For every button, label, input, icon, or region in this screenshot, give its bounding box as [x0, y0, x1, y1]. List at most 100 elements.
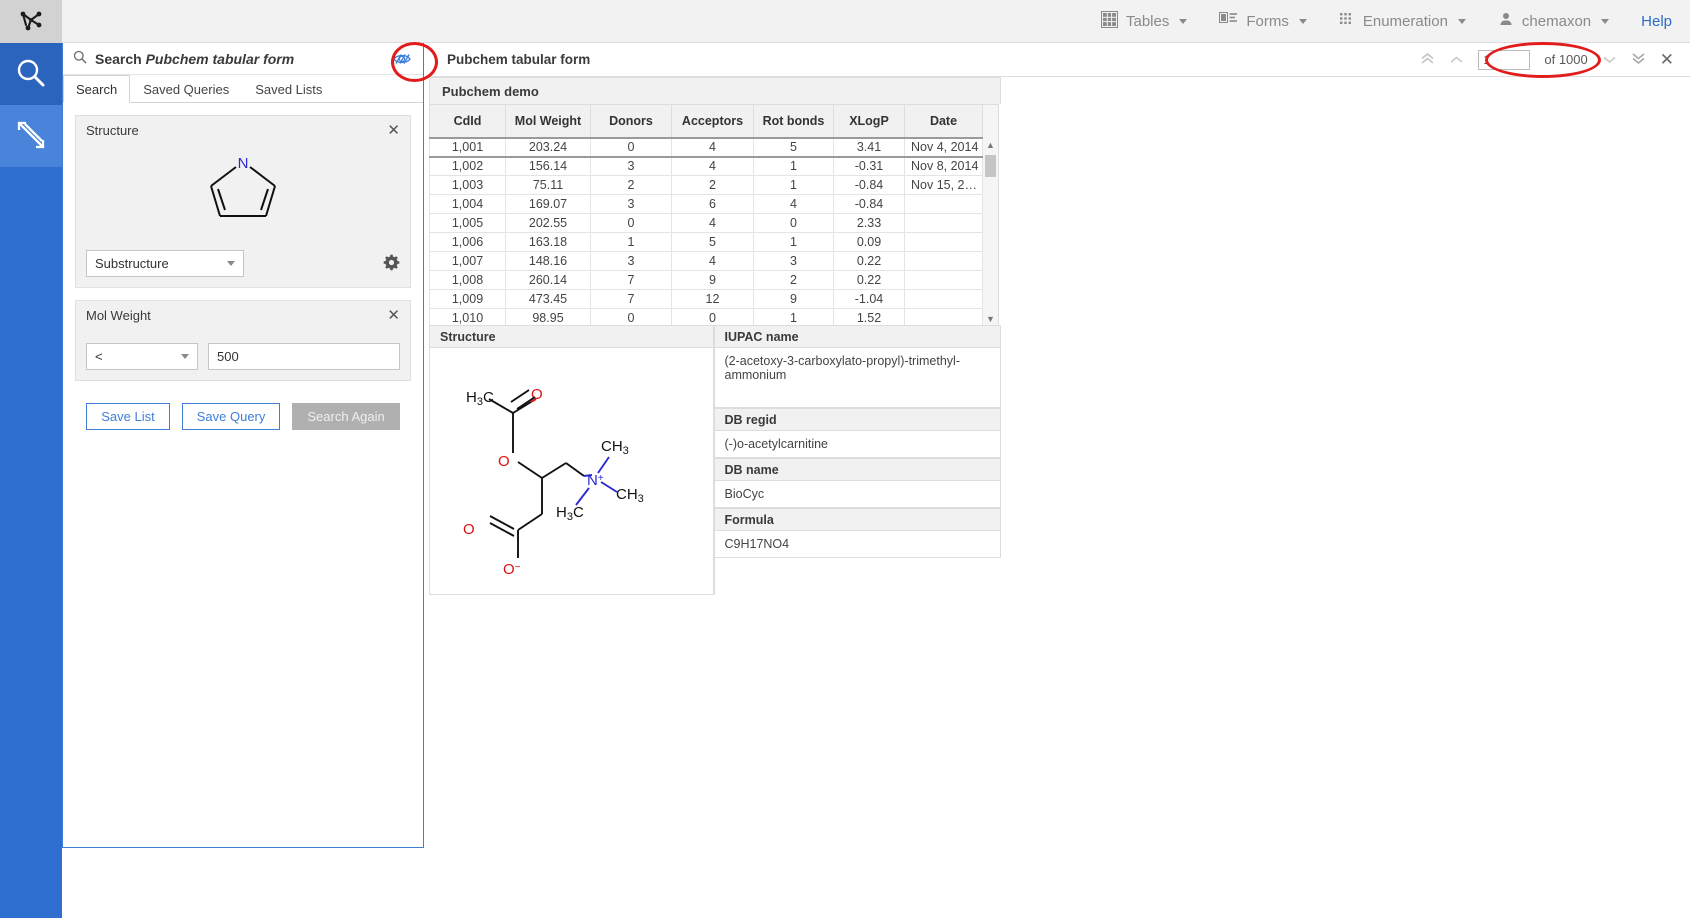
column-header-donors[interactable]: Donors — [591, 105, 672, 138]
left-icon-rail — [0, 43, 62, 918]
detail-field-label-iupac: IUPAC name — [715, 325, 1002, 348]
cell-acceptors: 4 — [672, 138, 754, 157]
results-table-title: Pubchem demo — [429, 77, 1001, 104]
cell-date — [905, 214, 983, 233]
detail-structure-cell[interactable]: H3C O O CH3 CH3 H3C N+ O O− — [430, 348, 714, 595]
tab-label-saved-lists: Saved Lists — [255, 82, 322, 97]
chevron-double-down-icon[interactable] — [1631, 52, 1646, 68]
cell-acceptors: 4 — [672, 157, 754, 176]
detail-field-value-iupac[interactable]: (2-acetoxy-3-carboxylato-propyl)-trimeth… — [715, 348, 1002, 408]
gear-icon[interactable] — [383, 254, 400, 274]
cell-date: Nov 15, 2… — [905, 176, 983, 195]
column-header-cdid[interactable]: CdId — [430, 105, 506, 138]
top-bar: Tables Forms Enumeration chemaxon H — [0, 0, 1690, 43]
cell-donors: 3 — [591, 252, 672, 271]
eye-slash-icon[interactable] — [389, 46, 415, 72]
molweight-card-title: Mol Weight — [86, 308, 151, 323]
triangle-up-icon[interactable]: ▲ — [983, 138, 998, 153]
magnifier-icon — [73, 50, 87, 67]
close-icon[interactable]: ✕ — [1660, 51, 1674, 68]
topnav-item-user[interactable]: chemaxon — [1482, 0, 1625, 43]
table-row[interactable]: 1,005 202.55 0 4 0 2.33 — [430, 214, 983, 233]
table-row[interactable]: 1,002 156.14 3 4 1 -0.31 Nov 8, 2014 — [430, 157, 983, 176]
cell-donors: 7 — [591, 290, 672, 309]
cell-xlogp: -1.04 — [834, 290, 905, 309]
table-row[interactable]: 1,001 203.24 0 4 5 3.41 Nov 4, 2014 — [430, 138, 983, 157]
cell-donors: 2 — [591, 176, 672, 195]
table-row[interactable]: 1,007 148.16 3 4 3 0.22 — [430, 252, 983, 271]
cell-mol-weight: 148.16 — [506, 252, 591, 271]
pyrrole-ring-structure: N — [195, 148, 291, 233]
detail-field-value-formula[interactable]: C9H17NO4 — [715, 531, 1002, 558]
save-list-button[interactable]: Save List — [86, 403, 169, 430]
app-logo[interactable] — [0, 0, 62, 43]
save-query-button[interactable]: Save Query — [182, 403, 281, 430]
rail-button-export[interactable] — [0, 105, 62, 167]
chevron-double-up-icon[interactable] — [1420, 52, 1435, 68]
search-again-button[interactable]: Search Again — [292, 403, 399, 430]
structure-query-card: Structure ✕ N — [75, 115, 411, 288]
cell-cdid: 1,004 — [430, 195, 506, 214]
detail-fields-column: IUPAC name (2-acetoxy-3-carboxylato-prop… — [715, 325, 1002, 595]
cell-mol-weight: 260.14 — [506, 271, 591, 290]
molweight-operator-select[interactable]: < — [86, 343, 198, 370]
topnav-item-forms[interactable]: Forms — [1203, 0, 1323, 43]
column-header-mol-weight[interactable]: Mol Weight — [506, 105, 591, 138]
close-icon[interactable]: ✕ — [387, 308, 400, 323]
results-table-body: 1,001 203.24 0 4 5 3.41 Nov 4, 2014 1,00… — [430, 138, 983, 328]
detail-field-label-db-regid: DB regid — [715, 408, 1002, 431]
tab-label-search: Search — [76, 82, 117, 97]
forms-layout-icon — [1219, 12, 1238, 31]
detail-field-value-db-name[interactable]: BioCyc — [715, 481, 1002, 508]
column-header-xlogp[interactable]: XLogP — [834, 105, 905, 138]
cell-xlogp: 3.41 — [834, 138, 905, 157]
cell-xlogp: -0.31 — [834, 157, 905, 176]
column-header-rot-bonds[interactable]: Rot bonds — [754, 105, 834, 138]
o-acetylcarnitine-structure: H3C O O CH3 CH3 H3C N+ O O− — [456, 362, 686, 580]
svg-text:O: O — [498, 453, 510, 470]
search-icon — [14, 56, 48, 93]
table-row[interactable]: 1,006 163.18 1 5 1 0.09 — [430, 233, 983, 252]
close-icon[interactable]: ✕ — [387, 123, 400, 138]
help-label: Help — [1641, 13, 1672, 30]
tab-saved-queries[interactable]: Saved Queries — [130, 75, 242, 103]
dots-grid-icon — [1339, 11, 1355, 31]
cell-date — [905, 252, 983, 271]
molweight-value-input[interactable]: 500 — [208, 343, 400, 370]
structure-sketch-canvas[interactable]: N — [76, 144, 410, 236]
cell-donors: 3 — [591, 157, 672, 176]
topnav-item-enumeration[interactable]: Enumeration — [1323, 0, 1482, 43]
scrollbar-thumb[interactable] — [985, 155, 996, 177]
rail-button-search[interactable] — [0, 43, 62, 105]
cell-cdid: 1,001 — [430, 138, 506, 157]
table-row[interactable]: 1,009 473.45 7 12 9 -1.04 — [430, 290, 983, 309]
cell-mol-weight: 169.07 — [506, 195, 591, 214]
chevron-down-icon — [181, 354, 189, 359]
cell-donors: 7 — [591, 271, 672, 290]
search-mode-select[interactable]: Substructure — [86, 250, 244, 277]
column-header-date[interactable]: Date — [905, 105, 983, 138]
chevron-up-icon[interactable] — [1449, 52, 1464, 67]
topnav-item-tables[interactable]: Tables — [1085, 0, 1203, 43]
search-target-name: Pubchem tabular form — [146, 51, 295, 67]
help-link[interactable]: Help — [1625, 0, 1676, 43]
detail-field-value-db-regid[interactable]: (-)o-acetylcarnitine — [715, 431, 1002, 458]
cell-cdid: 1,007 — [430, 252, 506, 271]
table-row[interactable]: 1,008 260.14 7 9 2 0.22 — [430, 271, 983, 290]
column-header-acceptors[interactable]: Acceptors — [672, 105, 754, 138]
table-row[interactable]: 1,004 169.07 3 6 4 -0.84 — [430, 195, 983, 214]
tab-search[interactable]: Search — [63, 75, 130, 103]
page-number-input[interactable]: 1 — [1478, 50, 1530, 70]
cell-date — [905, 195, 983, 214]
table-row[interactable]: 1,003 75.11 2 2 1 -0.84 Nov 15, 2… — [430, 176, 983, 195]
chevron-down-icon[interactable] — [1602, 52, 1617, 67]
cell-donors: 0 — [591, 214, 672, 233]
record-pager: 1 of 1000 ✕ — [1420, 50, 1690, 70]
cell-date — [905, 271, 983, 290]
molweight-card-body: < 500 — [76, 329, 410, 380]
table-vertical-scrollbar[interactable]: ▲ ▼ — [983, 104, 999, 328]
cell-cdid: 1,003 — [430, 176, 506, 195]
tab-saved-lists[interactable]: Saved Lists — [242, 75, 335, 103]
cell-mol-weight: 202.55 — [506, 214, 591, 233]
cell-cdid: 1,002 — [430, 157, 506, 176]
